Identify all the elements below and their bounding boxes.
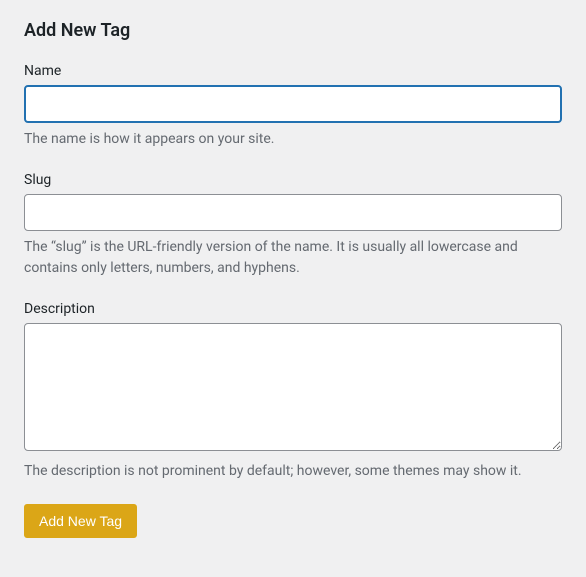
name-field-group: Name The name is how it appears on your … bbox=[24, 63, 562, 150]
description-label: Description bbox=[24, 301, 562, 317]
add-new-tag-button[interactable]: Add New Tag bbox=[24, 504, 137, 538]
description-textarea[interactable] bbox=[24, 323, 562, 451]
name-input[interactable] bbox=[24, 85, 562, 123]
name-help-text: The name is how it appears on your site. bbox=[24, 129, 562, 150]
slug-label: Slug bbox=[24, 172, 562, 188]
name-label: Name bbox=[24, 63, 562, 79]
description-help-text: The description is not prominent by defa… bbox=[24, 461, 562, 482]
slug-help-text: The “slug” is the URL-friendly version o… bbox=[24, 237, 562, 279]
page-title: Add New Tag bbox=[24, 20, 562, 41]
slug-field-group: Slug The “slug” is the URL-friendly vers… bbox=[24, 172, 562, 280]
description-field-group: Description The description is not promi… bbox=[24, 301, 562, 482]
slug-input[interactable] bbox=[24, 194, 562, 232]
